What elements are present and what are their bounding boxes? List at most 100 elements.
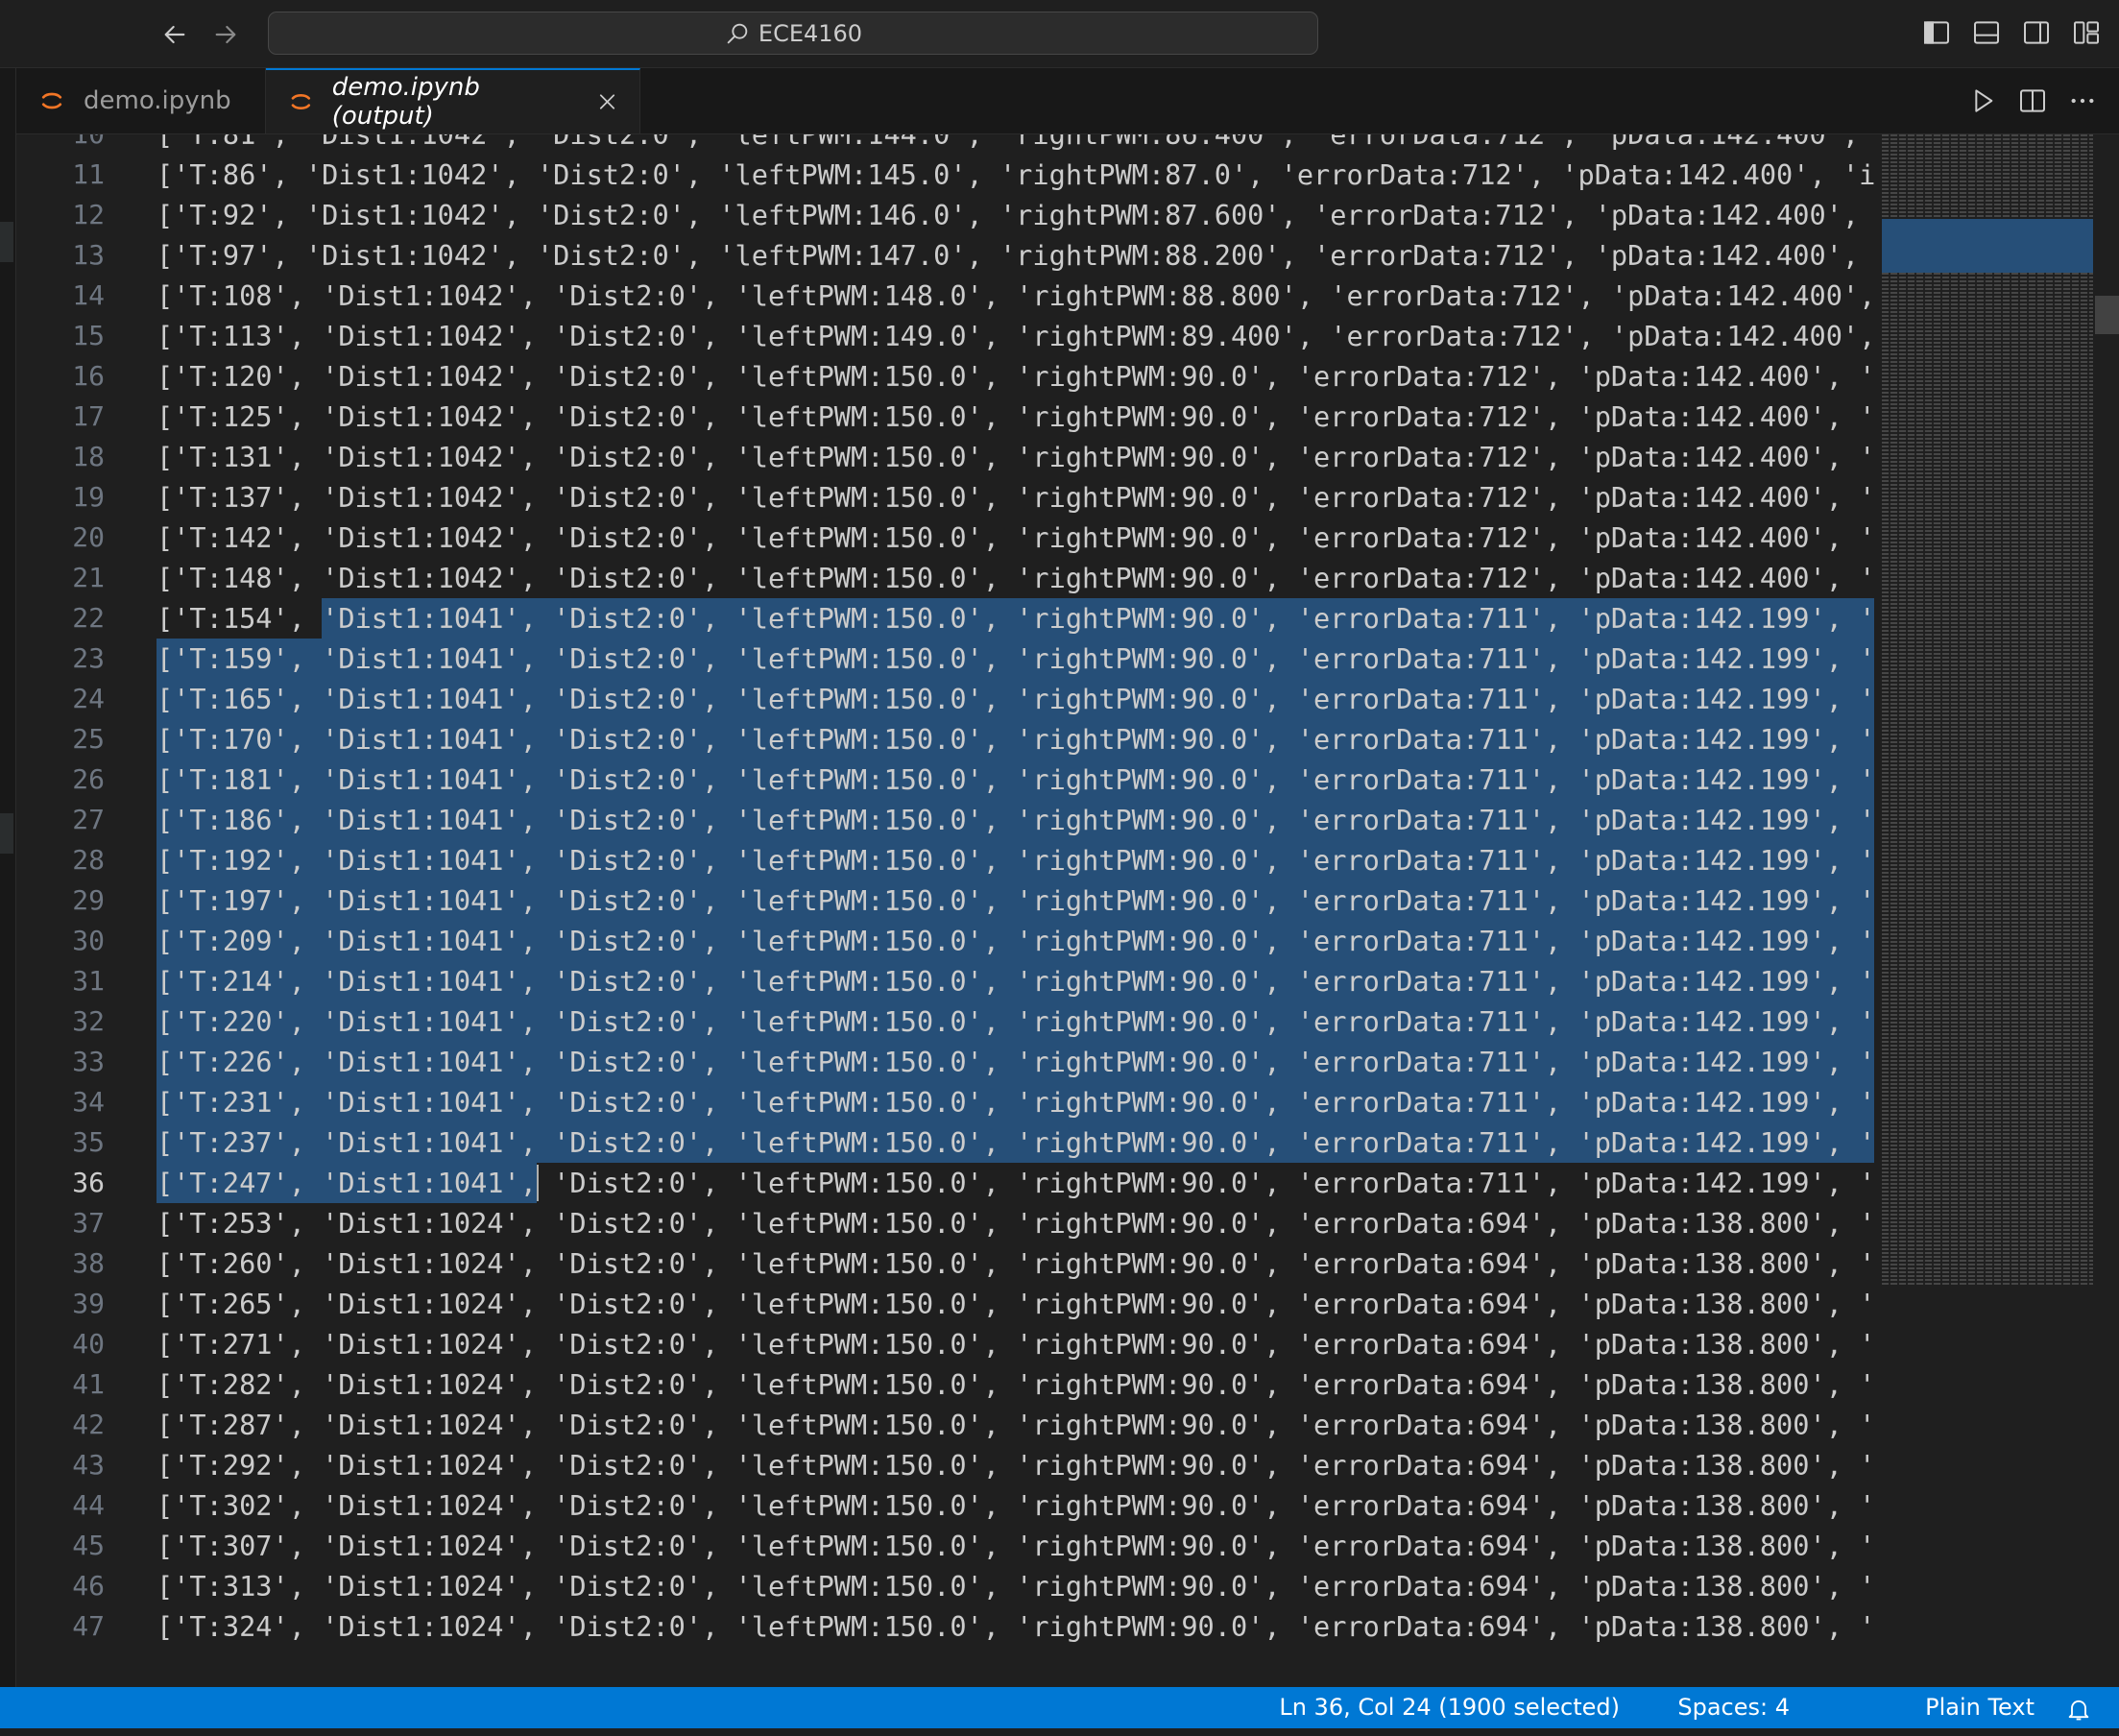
line-number: 14 (72, 279, 105, 311)
status-bar: Ln 36, Col 24 (1900 selected) Spaces: 4 … (0, 1687, 2119, 1728)
code-line[interactable]: 47 ['T:324', 'Dist1:1024', 'Dist2:0', 'le… (16, 1606, 1874, 1647)
line-number: 39 (72, 1288, 105, 1319)
toggle-primary-sidebar-icon[interactable] (1921, 17, 1952, 48)
code-line[interactable]: 14 ['T:108', 'Dist1:1042', 'Dist2:0', 'le… (16, 276, 1874, 316)
code-line[interactable]: 18 ['T:131', 'Dist1:1042', 'Dist2:0', 'le… (16, 437, 1874, 477)
line-number: 41 (72, 1368, 105, 1400)
line-text: ['T:265', 'Dist1:1024', 'Dist2:0', 'left… (157, 1288, 1874, 1320)
code-line[interactable]: 38 ['T:260', 'Dist1:1024', 'Dist2:0', 'le… (16, 1243, 1874, 1284)
code-line[interactable]: 34 ['T:231', 'Dist1:1041', 'Dist2:0', 'le… (16, 1082, 1874, 1122)
notifications-bell-icon[interactable] (2065, 1695, 2092, 1722)
line-text: ['T:86', 'Dist1:1042', 'Dist2:0', 'leftP… (157, 158, 1874, 191)
code-line[interactable]: 40 ['T:271', 'Dist1:1024', 'Dist2:0', 'le… (16, 1324, 1874, 1364)
activity-marker (0, 222, 13, 262)
line-number: 12 (72, 199, 105, 230)
language-mode-status[interactable]: Plain Text (1925, 1687, 2035, 1728)
code-line[interactable]: 37 ['T:253', 'Dist1:1024', 'Dist2:0', 'le… (16, 1203, 1874, 1243)
code-line[interactable]: 46 ['T:313', 'Dist1:1024', 'Dist2:0', 'le… (16, 1566, 1874, 1606)
line-text: ['T:197', 'Dist1:1041', 'Dist2:0', 'left… (157, 884, 1874, 917)
line-number: 47 (72, 1610, 105, 1642)
minimap-content (1882, 134, 2093, 1287)
code-line[interactable]: 17 ['T:125', 'Dist1:1042', 'Dist2:0', 'le… (16, 397, 1874, 437)
code-line[interactable]: 32 ['T:220', 'Dist1:1041', 'Dist2:0', 'le… (16, 1001, 1874, 1042)
line-text: ['T:292', 'Dist1:1024', 'Dist2:0', 'left… (157, 1449, 1874, 1482)
line-number: 16 (72, 360, 105, 392)
line-text: ['T:186', 'Dist1:1041', 'Dist2:0', 'left… (157, 804, 1874, 836)
toggle-panel-icon[interactable] (1971, 17, 2002, 48)
line-number: 21 (72, 562, 105, 593)
command-center-search[interactable]: ECE4160 (268, 12, 1318, 55)
code-line[interactable]: 19 ['T:137', 'Dist1:1042', 'Dist2:0', 'le… (16, 477, 1874, 518)
code-line[interactable]: 41 ['T:282', 'Dist1:1024', 'Dist2:0', 'le… (16, 1364, 1874, 1405)
line-number: 22 (72, 602, 105, 634)
line-number: 27 (72, 804, 105, 835)
line-number: 34 (72, 1086, 105, 1118)
tab-demo-ipynb[interactable]: demo.ipynb (16, 68, 266, 133)
line-text: ['T:231', 'Dist1:1041', 'Dist2:0', 'left… (157, 1086, 1874, 1119)
line-text: ['T:159', 'Dist1:1041', 'Dist2:0', 'left… (157, 642, 1874, 675)
code-line[interactable]: 42 ['T:287', 'Dist1:1024', 'Dist2:0', 'le… (16, 1405, 1874, 1445)
code-line[interactable]: 23 ['T:159', 'Dist1:1041', 'Dist2:0', 'le… (16, 639, 1874, 679)
code-line[interactable]: 39 ['T:265', 'Dist1:1024', 'Dist2:0', 'le… (16, 1284, 1874, 1324)
code-line[interactable]: 31 ['T:214', 'Dist1:1041', 'Dist2:0', 'le… (16, 961, 1874, 1001)
code-line[interactable]: 45 ['T:307', 'Dist1:1024', 'Dist2:0', 'le… (16, 1526, 1874, 1566)
code-line[interactable]: 16 ['T:120', 'Dist1:1042', 'Dist2:0', 'le… (16, 356, 1874, 397)
code-line[interactable]: 33 ['T:226', 'Dist1:1041', 'Dist2:0', 'le… (16, 1042, 1874, 1082)
layout-controls (1921, 17, 2102, 48)
tab-label: demo.ipynb (output) (331, 73, 480, 131)
line-text: ['T:271', 'Dist1:1024', 'Dist2:0', 'left… (157, 1328, 1874, 1361)
activity-marker (0, 813, 13, 854)
toggle-secondary-sidebar-icon[interactable] (2021, 17, 2052, 48)
line-number: 43 (72, 1449, 105, 1481)
code-line[interactable]: 15 ['T:113', 'Dist1:1042', 'Dist2:0', 'le… (16, 316, 1874, 356)
split-editor-icon[interactable] (2017, 85, 2048, 116)
code-line[interactable]: 22 ['T:154', 'Dist1:1041', 'Dist2:0', 'le… (16, 598, 1874, 639)
code-line[interactable]: 30 ['T:209', 'Dist1:1041', 'Dist2:0', 'le… (16, 921, 1874, 961)
tab-demo-ipynb-output[interactable]: demo.ipynb (output) (266, 68, 640, 133)
code-line[interactable]: 20 ['T:142', 'Dist1:1042', 'Dist2:0', 'le… (16, 518, 1874, 558)
vertical-scrollbar[interactable] (2095, 134, 2119, 1687)
forward-arrow-icon[interactable] (205, 13, 247, 56)
line-number: 45 (72, 1530, 105, 1561)
line-number: 25 (72, 723, 105, 755)
line-number: 24 (72, 683, 105, 714)
code-line[interactable]: 43 ['T:292', 'Dist1:1024', 'Dist2:0', 'le… (16, 1445, 1874, 1485)
line-number: 18 (72, 441, 105, 472)
code-line[interactable]: 28 ['T:192', 'Dist1:1041', 'Dist2:0', 'le… (16, 840, 1874, 880)
text-editor[interactable]: 10 ['T:81', 'Dist1:1042', 'Dist2:0', 'lef… (16, 134, 1874, 1687)
editor-tab-bar: demo.ipynb demo.ipynb (output) (16, 68, 2119, 134)
minimap[interactable] (1874, 134, 2095, 1687)
indentation-status[interactable]: Spaces: 4 (1677, 1687, 1790, 1728)
code-line[interactable]: 35 ['T:237', 'Dist1:1041', 'Dist2:0', 'le… (16, 1122, 1874, 1163)
line-text: ['T:220', 'Dist1:1041', 'Dist2:0', 'left… (157, 1005, 1874, 1038)
line-number: 38 (72, 1247, 105, 1279)
code-line[interactable]: 26 ['T:181', 'Dist1:1041', 'Dist2:0', 'le… (16, 760, 1874, 800)
scrollbar-thumb[interactable] (2095, 296, 2119, 334)
back-arrow-icon[interactable] (154, 13, 196, 56)
close-icon[interactable] (596, 90, 618, 113)
code-line[interactable]: 44 ['T:302', 'Dist1:1024', 'Dist2:0', 'le… (16, 1485, 1874, 1526)
line-text: ['T:131', 'Dist1:1042', 'Dist2:0', 'left… (157, 441, 1874, 473)
line-text: ['T:214', 'Dist1:1041', 'Dist2:0', 'left… (157, 965, 1874, 998)
code-line[interactable]: 24 ['T:165', 'Dist1:1041', 'Dist2:0', 'le… (16, 679, 1874, 719)
code-line[interactable]: 36 ['T:247', 'Dist1:1041', 'Dist2:0', 'le… (16, 1163, 1874, 1203)
more-actions-icon[interactable] (2067, 85, 2098, 116)
code-line[interactable]: 10 ['T:81', 'Dist1:1042', 'Dist2:0', 'lef… (16, 134, 1874, 155)
line-text: ['T:237', 'Dist1:1041', 'Dist2:0', 'left… (157, 1126, 1874, 1159)
code-line[interactable]: 25 ['T:170', 'Dist1:1041', 'Dist2:0', 'le… (16, 719, 1874, 760)
code-line[interactable]: 11 ['T:86', 'Dist1:1042', 'Dist2:0', 'lef… (16, 155, 1874, 195)
cursor-position-status[interactable]: Ln 36, Col 24 (1900 selected) (1279, 1687, 1620, 1728)
customize-layout-icon[interactable] (2071, 17, 2102, 48)
code-line[interactable]: 27 ['T:186', 'Dist1:1041', 'Dist2:0', 'le… (16, 800, 1874, 840)
line-number: 10 (16, 134, 105, 155)
line-number: 19 (72, 481, 105, 513)
minimap-selection (1882, 219, 2093, 273)
code-line[interactable]: 21 ['T:148', 'Dist1:1042', 'Dist2:0', 'le… (16, 558, 1874, 598)
code-line[interactable]: 29 ['T:197', 'Dist1:1041', 'Dist2:0', 'le… (16, 880, 1874, 921)
line-text: ['T:307', 'Dist1:1024', 'Dist2:0', 'left… (157, 1530, 1874, 1562)
code-line[interactable]: 13 ['T:97', 'Dist1:1042', 'Dist2:0', 'lef… (16, 235, 1874, 276)
line-text: ['T:260', 'Dist1:1024', 'Dist2:0', 'left… (157, 1247, 1874, 1280)
code-line[interactable]: 12 ['T:92', 'Dist1:1042', 'Dist2:0', 'lef… (16, 195, 1874, 235)
run-icon[interactable] (1967, 85, 1998, 116)
line-number: 31 (72, 965, 105, 997)
